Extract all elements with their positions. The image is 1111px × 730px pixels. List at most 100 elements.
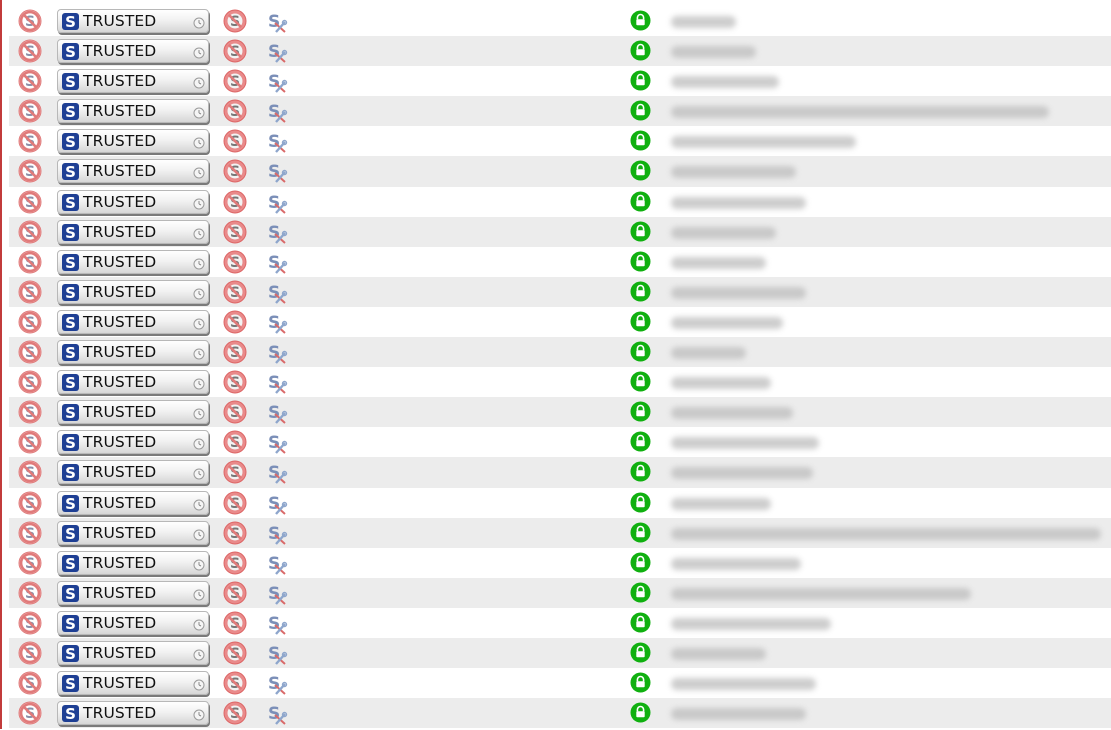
block-script-button[interactable]: S xyxy=(223,400,247,424)
block-script-button[interactable]: S xyxy=(223,521,247,545)
forbidden-script-icon[interactable]: S xyxy=(18,671,42,695)
block-script-button[interactable]: S xyxy=(223,370,247,394)
trusted-button[interactable]: S TRUSTED xyxy=(57,580,209,605)
trusted-button[interactable]: S TRUSTED xyxy=(57,309,209,334)
script-settings-icon[interactable]: S xyxy=(265,10,289,34)
script-settings-icon[interactable]: S xyxy=(265,431,289,455)
forbidden-script-icon[interactable]: S xyxy=(18,370,42,394)
trusted-button[interactable]: S TRUSTED xyxy=(57,159,209,184)
clock-icon[interactable] xyxy=(193,255,205,270)
forbidden-script-icon[interactable]: S xyxy=(18,220,42,244)
block-script-button[interactable]: S xyxy=(223,551,247,575)
script-settings-icon[interactable]: S xyxy=(265,160,289,184)
script-settings-icon[interactable]: S xyxy=(265,702,289,726)
block-script-button[interactable]: S xyxy=(223,460,247,484)
forbidden-script-icon[interactable]: S xyxy=(18,69,42,93)
forbidden-script-icon[interactable]: S xyxy=(18,400,42,424)
clock-icon[interactable] xyxy=(193,706,205,721)
trusted-button[interactable]: S TRUSTED xyxy=(57,9,209,33)
trusted-button[interactable]: S TRUSTED xyxy=(57,490,209,515)
clock-icon[interactable] xyxy=(193,134,205,149)
script-settings-icon[interactable]: S xyxy=(265,492,289,516)
clock-icon[interactable] xyxy=(193,375,205,390)
trusted-button[interactable]: S TRUSTED xyxy=(57,460,209,485)
block-script-button[interactable]: S xyxy=(223,159,247,183)
clock-icon[interactable] xyxy=(193,435,205,450)
clock-icon[interactable] xyxy=(193,74,205,89)
script-settings-icon[interactable]: S xyxy=(265,40,289,64)
forbidden-script-icon[interactable]: S xyxy=(18,340,42,364)
forbidden-script-icon[interactable]: S xyxy=(18,129,42,153)
forbidden-script-icon[interactable]: S xyxy=(18,430,42,454)
trusted-button[interactable]: S TRUSTED xyxy=(57,400,209,425)
script-settings-icon[interactable]: S xyxy=(265,642,289,666)
block-script-button[interactable]: S xyxy=(223,190,247,214)
block-script-button[interactable]: S xyxy=(223,611,247,635)
trusted-button[interactable]: S TRUSTED xyxy=(57,219,209,244)
forbidden-script-icon[interactable]: S xyxy=(18,190,42,214)
block-script-button[interactable]: S xyxy=(223,310,247,334)
block-script-button[interactable]: S xyxy=(223,430,247,454)
trusted-button[interactable]: S TRUSTED xyxy=(57,550,209,575)
forbidden-script-icon[interactable]: S xyxy=(18,581,42,605)
script-settings-icon[interactable]: S xyxy=(265,522,289,546)
script-settings-icon[interactable]: S xyxy=(265,191,289,215)
block-script-button[interactable]: S xyxy=(223,671,247,695)
forbidden-script-icon[interactable]: S xyxy=(18,611,42,635)
forbidden-script-icon[interactable]: S xyxy=(18,9,42,33)
block-script-button[interactable]: S xyxy=(223,69,247,93)
script-settings-icon[interactable]: S xyxy=(265,461,289,485)
trusted-button[interactable]: S TRUSTED xyxy=(57,69,209,94)
block-script-button[interactable]: S xyxy=(223,340,247,364)
trusted-button[interactable]: S TRUSTED xyxy=(57,640,209,665)
script-settings-icon[interactable]: S xyxy=(265,612,289,636)
clock-icon[interactable] xyxy=(193,14,205,29)
block-script-button[interactable]: S xyxy=(223,39,247,63)
trusted-button[interactable]: S TRUSTED xyxy=(57,430,209,455)
trusted-button[interactable]: S TRUSTED xyxy=(57,701,209,726)
clock-icon[interactable] xyxy=(193,285,205,300)
forbidden-script-icon[interactable]: S xyxy=(18,99,42,123)
clock-icon[interactable] xyxy=(193,225,205,240)
script-settings-icon[interactable]: S xyxy=(265,100,289,124)
trusted-button[interactable]: S TRUSTED xyxy=(57,129,209,154)
script-settings-icon[interactable]: S xyxy=(265,281,289,305)
clock-icon[interactable] xyxy=(193,315,205,330)
forbidden-script-icon[interactable]: S xyxy=(18,491,42,515)
script-settings-icon[interactable]: S xyxy=(265,672,289,696)
script-settings-icon[interactable]: S xyxy=(265,552,289,576)
clock-icon[interactable] xyxy=(193,496,205,510)
script-settings-icon[interactable]: S xyxy=(265,371,289,395)
clock-icon[interactable] xyxy=(193,586,205,601)
block-script-button[interactable]: S xyxy=(223,9,247,33)
block-script-button[interactable]: S xyxy=(223,250,247,274)
trusted-button[interactable]: S TRUSTED xyxy=(57,370,209,395)
clock-icon[interactable] xyxy=(193,104,205,119)
block-script-button[interactable]: S xyxy=(223,581,247,605)
clock-icon[interactable] xyxy=(193,556,205,571)
clock-icon[interactable] xyxy=(193,616,205,631)
script-settings-icon[interactable]: S xyxy=(265,311,289,335)
block-script-button[interactable]: S xyxy=(223,280,247,304)
forbidden-script-icon[interactable]: S xyxy=(18,280,42,304)
forbidden-script-icon[interactable]: S xyxy=(18,159,42,183)
clock-icon[interactable] xyxy=(193,405,205,420)
forbidden-script-icon[interactable]: S xyxy=(18,310,42,334)
forbidden-script-icon[interactable]: S xyxy=(18,460,42,484)
forbidden-script-icon[interactable]: S xyxy=(18,39,42,63)
trusted-button[interactable]: S TRUSTED xyxy=(57,340,209,365)
forbidden-script-icon[interactable]: S xyxy=(18,641,42,665)
clock-icon[interactable] xyxy=(193,345,205,360)
script-settings-icon[interactable]: S xyxy=(265,221,289,245)
trusted-button[interactable]: S TRUSTED xyxy=(57,39,209,64)
clock-icon[interactable] xyxy=(193,526,205,541)
trusted-button[interactable]: S TRUSTED xyxy=(57,99,209,124)
script-settings-icon[interactable]: S xyxy=(265,70,289,94)
script-settings-icon[interactable]: S xyxy=(265,341,289,365)
trusted-button[interactable]: S TRUSTED xyxy=(57,189,209,214)
block-script-button[interactable]: S xyxy=(223,99,247,123)
script-settings-icon[interactable]: S xyxy=(265,130,289,154)
forbidden-script-icon[interactable]: S xyxy=(18,521,42,545)
script-settings-icon[interactable]: S xyxy=(265,401,289,425)
block-script-button[interactable]: S xyxy=(223,491,247,515)
